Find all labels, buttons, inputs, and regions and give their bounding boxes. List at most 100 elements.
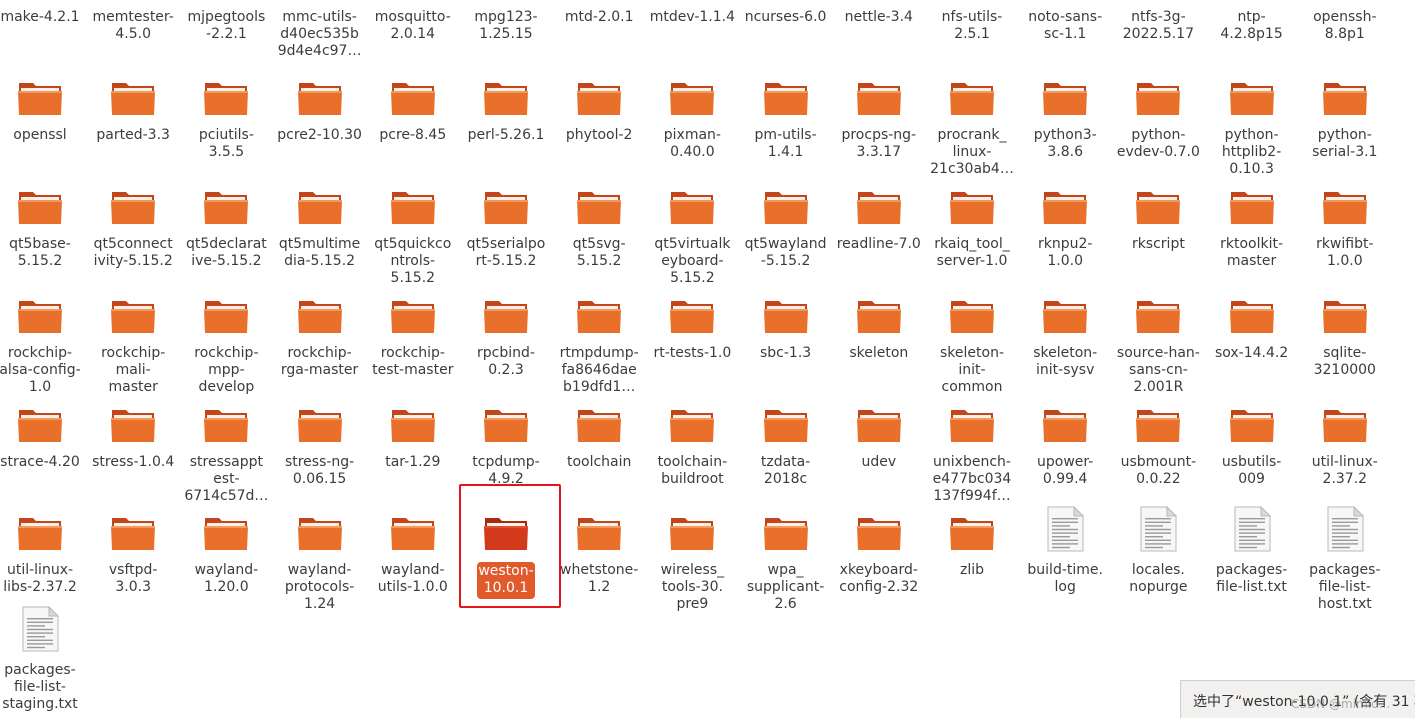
- item-label: ntp- 4.2.8p15: [1220, 9, 1283, 42]
- item-label: util-linux- 2.37.2: [1311, 454, 1378, 487]
- folder-icon: [948, 74, 996, 122]
- item-label: stress-ng- 0.06.15: [284, 454, 355, 487]
- item-label: pcre-8.45: [379, 127, 447, 143]
- item-label: nettle-3.4: [844, 9, 913, 25]
- folder-icon: [1134, 401, 1182, 449]
- text-file-icon: [1232, 505, 1272, 553]
- item-label: whetstone- 1.2: [560, 562, 639, 595]
- folder-icon: [668, 74, 716, 122]
- folder-icon: [855, 509, 903, 557]
- folder-icon: [575, 74, 623, 122]
- item-label: udev: [861, 454, 897, 470]
- item-label: ncurses-6.0: [744, 9, 827, 25]
- folder-icon: [16, 183, 64, 231]
- folder-icon: [109, 401, 157, 449]
- item-label: stress-1.0.4: [92, 454, 175, 470]
- item-label: wpa_ supplicant- 2.6: [746, 562, 825, 612]
- item-label: upower- 0.99.4: [1037, 454, 1094, 487]
- folder-icon: [1321, 401, 1369, 449]
- item-label: skeleton- init- common: [940, 345, 1004, 395]
- folder-icon: [16, 509, 64, 557]
- item-label: sbc-1.3: [759, 345, 812, 361]
- folder-icon: [575, 401, 623, 449]
- folder-icon: [762, 509, 810, 557]
- folder-icon: [575, 292, 623, 340]
- item-label: qt5base- 5.15.2: [9, 236, 71, 269]
- item-label: rpcbind- 0.2.3: [477, 345, 535, 378]
- item-label: skeleton- init-sysv: [1033, 345, 1098, 378]
- folder-icon: [109, 74, 157, 122]
- item-label: packages- file-list- staging.txt: [2, 662, 78, 712]
- item-label: tzdata- 2018c: [760, 454, 811, 487]
- item-label: packages- file-list.txt: [1215, 562, 1288, 595]
- folder-icon: [1041, 183, 1089, 231]
- item-label: unixbench- e477bc034 137f994f…: [932, 454, 1012, 504]
- folder-icon: [389, 509, 437, 557]
- folder-icon: [575, 183, 623, 231]
- item-label: openssh- 8.8p1: [1313, 9, 1377, 42]
- item-label: pcre2-10.30: [277, 127, 362, 143]
- item-label: stressappt est- 6714c57d…: [184, 454, 269, 504]
- folder-icon: [1134, 183, 1182, 231]
- folder-icon: [575, 509, 623, 557]
- folder-icon: [948, 183, 996, 231]
- item-label: usbmount- 0.0.22: [1120, 454, 1197, 487]
- folder-icon: [668, 401, 716, 449]
- item-label: noto-sans- sc-1.1: [1028, 9, 1103, 42]
- item-label: phytool-2: [565, 127, 633, 143]
- folder-icon: [202, 509, 250, 557]
- item-label: mpg123- 1.25.15: [474, 9, 538, 42]
- item-label: wayland- protocols- 1.24: [284, 562, 355, 612]
- folder-icon: [296, 183, 344, 231]
- item-label: make-4.2.1: [0, 9, 80, 25]
- folder-icon: [762, 183, 810, 231]
- item-label: qt5svg- 5.15.2: [572, 236, 626, 269]
- folder-icon: [202, 74, 250, 122]
- item-label: rknpu2- 1.0.0: [1037, 236, 1093, 269]
- item-label: pixman- 0.40.0: [663, 127, 721, 160]
- item-label: mosquitto- 2.0.14: [374, 9, 451, 42]
- folder-icon: [16, 74, 64, 122]
- folder-icon: [855, 183, 903, 231]
- folder-icon: [389, 183, 437, 231]
- folder-icon: [948, 292, 996, 340]
- folder-icon: [1041, 401, 1089, 449]
- item-label: source-han- sans-cn- 2.001R: [1116, 345, 1200, 395]
- folder-icon: [855, 74, 903, 122]
- folder-icon: [296, 509, 344, 557]
- item-label: openssl: [13, 127, 67, 143]
- folder-icon: [16, 401, 64, 449]
- item-label: qt5connect ivity-5.15.2: [93, 236, 173, 269]
- item-label: strace-4.20: [0, 454, 80, 470]
- item-label: vsftpd- 3.0.3: [108, 562, 158, 595]
- folder-icon: [16, 292, 64, 340]
- item-label: python- serial-3.1: [1312, 127, 1378, 160]
- item-label: rockchip- rga-master: [280, 345, 359, 378]
- folder-icon: [1321, 183, 1369, 231]
- watermark-text: CSDN @mimid...: [1291, 697, 1391, 711]
- folder-icon: [1228, 401, 1276, 449]
- text-file-icon: [1138, 505, 1178, 553]
- item-label: qt5serialpo rt-5.15.2: [466, 236, 546, 269]
- item-label: pm-utils- 1.4.1: [754, 127, 817, 160]
- item-label: procps-ng- 3.3.17: [841, 127, 917, 160]
- item-label: rockchip- mali- master: [101, 345, 166, 395]
- item-label: sox-14.4.2: [1214, 345, 1289, 361]
- item-label: wayland- utils-1.0.0: [377, 562, 448, 595]
- item-label: wireless_ tools-30. pre9: [660, 562, 725, 612]
- item-label: pciutils- 3.5.5: [198, 127, 254, 160]
- item-label: procrank_ linux- 21c30ab4…: [930, 127, 1014, 177]
- folder-icon: [202, 183, 250, 231]
- folder-icon: [109, 292, 157, 340]
- file-manager-icon-view[interactable]: make-4.2.1 memtester- 4.5.0 mjpegtools -2.…: [0, 0, 1415, 718]
- item-label: mtdev-1.1.4: [649, 9, 735, 25]
- item-label: toolchain- buildroot: [657, 454, 728, 487]
- item-label: memtester- 4.5.0: [92, 9, 174, 42]
- item-label: rtmpdump- fa8646dae b19dfd1…: [559, 345, 639, 395]
- item-label: mtd-2.0.1: [564, 9, 634, 25]
- folder-icon: [482, 509, 530, 557]
- item-label: parted-3.3: [96, 127, 170, 143]
- item-label: xkeyboard- config-2.32: [839, 562, 919, 595]
- folder-icon: [948, 509, 996, 557]
- item-label: weston- 10.0.1: [477, 562, 535, 599]
